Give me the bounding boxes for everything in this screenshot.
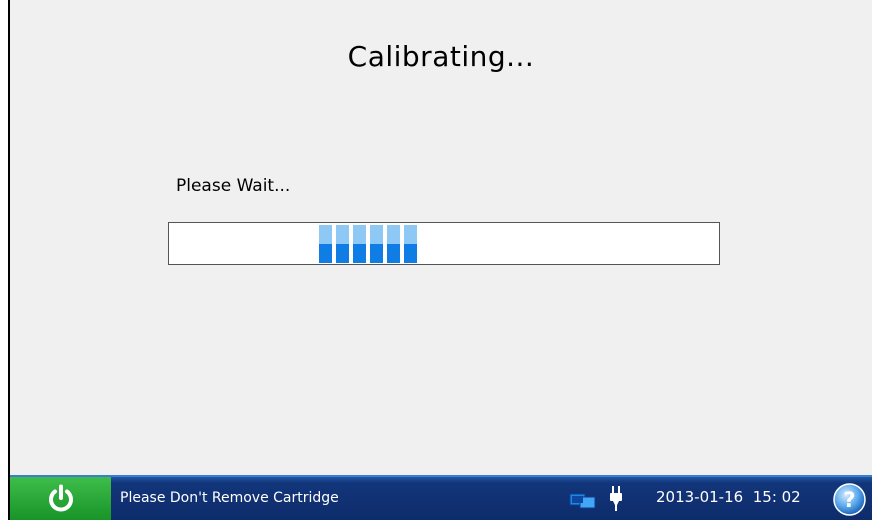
datetime-display: 2013-01-16 15: 02 [656,488,801,506]
progress-segment [404,225,417,263]
svg-text:?: ? [843,488,855,512]
status-message: Please Don't Remove Cartridge [120,490,339,506]
power-button[interactable] [10,477,111,520]
taskbar: Please Don't Remove Cartridge 2013-01-16… [10,475,872,520]
help-icon[interactable]: ? [833,483,866,516]
network-icon[interactable] [569,491,597,509]
time-text: 15: 02 [752,488,801,506]
calibration-screen: Calibrating... Please Wait... Please Don… [8,0,872,520]
please-wait-label: Please Wait... [176,176,291,196]
progress-segment [336,225,349,263]
plug-icon [610,486,622,511]
progress-bar [168,222,720,265]
date-text: 2013-01-16 [656,488,744,506]
power-icon [48,484,73,511]
progress-segment [370,225,383,263]
progress-indicator [319,225,417,263]
page-title: Calibrating... [347,40,535,73]
progress-segment [387,225,400,263]
progress-segment [319,225,332,263]
progress-segment [353,225,366,263]
